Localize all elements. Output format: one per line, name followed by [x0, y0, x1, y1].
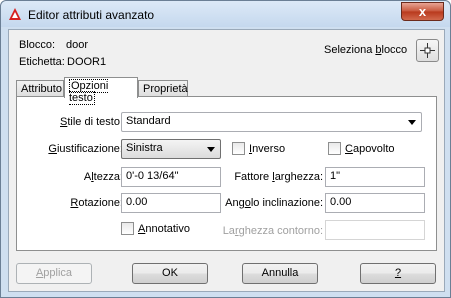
justification-dropdown[interactable]: Sinistra	[121, 139, 221, 159]
height-value: 0'-0 13/64"	[126, 170, 179, 182]
oblique-angle-input[interactable]: 0.00	[325, 193, 425, 213]
block-value: door	[66, 39, 89, 51]
annotative-label: Annotativo	[138, 223, 190, 235]
tab-attributo-label: Attributo	[21, 83, 62, 95]
oblique-angle-value: 0.00	[330, 196, 352, 208]
width-factor-input[interactable]: 1"	[325, 167, 425, 187]
width-factor-label: Fattore larghezza:	[234, 171, 323, 183]
chevron-down-icon	[207, 147, 215, 152]
select-block-button[interactable]	[416, 39, 439, 62]
autocad-app-icon	[9, 8, 21, 20]
dialog-client-area: Blocco: door Etichetta: DOOR1 Seleziona …	[8, 29, 445, 292]
window-title: Editor attributi avanzato	[28, 8, 155, 22]
tag-value: DOOR1	[67, 56, 107, 68]
help-button[interactable]: ?	[360, 263, 436, 284]
title-bar[interactable]: Editor attributi avanzato x	[1, 1, 450, 27]
tag-label: Etichetta:	[19, 56, 65, 68]
rotation-input[interactable]: 0.00	[121, 193, 221, 213]
upside-down-checkbox[interactable]	[328, 142, 341, 155]
height-input[interactable]: 0'-0 13/64"	[121, 167, 221, 187]
width-factor-value: 1"	[330, 170, 341, 182]
boundary-width-label: Larghezza contorno:	[222, 225, 323, 237]
chevron-down-icon	[408, 120, 416, 125]
tab-proprieta-label: Proprietà	[143, 83, 188, 95]
close-button[interactable]: x	[401, 2, 444, 21]
rotation-label: Rotazione:	[70, 197, 123, 209]
text-style-dropdown[interactable]: Standard	[121, 112, 422, 132]
dialog-window: Editor attributi avanzato x Blocco: door…	[0, 0, 451, 298]
backwards-checkbox[interactable]	[232, 142, 245, 155]
ok-button[interactable]: OK	[132, 263, 208, 284]
close-icon: x	[418, 4, 427, 19]
justification-value: Sinistra	[126, 142, 163, 154]
rotation-value: 0.00	[126, 196, 148, 208]
block-label: Blocco:	[19, 39, 56, 51]
oblique-angle-label: Angolo inclinazione:	[225, 197, 323, 209]
height-label: Altezza:	[83, 171, 123, 183]
tab-opzioni-testo[interactable]: Opzioni testo	[64, 77, 138, 105]
upside-down-label: Capovolto	[345, 143, 395, 155]
text-style-value: Standard	[126, 115, 171, 127]
crosshair-pick-icon	[420, 43, 435, 58]
backwards-label: Inverso	[249, 143, 286, 155]
apply-button[interactable]: Applica	[16, 263, 92, 284]
text-options-panel: Stile di testo: Standard Giustificazione…	[16, 96, 437, 251]
cancel-button[interactable]: Annulla	[242, 263, 318, 284]
boundary-width-input[interactable]	[325, 220, 425, 240]
justification-label: Giustificazione:	[48, 143, 123, 155]
annotative-checkbox[interactable]	[121, 222, 134, 235]
select-block-label: Seleziona blocco	[324, 44, 408, 56]
text-style-label: Stile di testo:	[60, 116, 123, 128]
